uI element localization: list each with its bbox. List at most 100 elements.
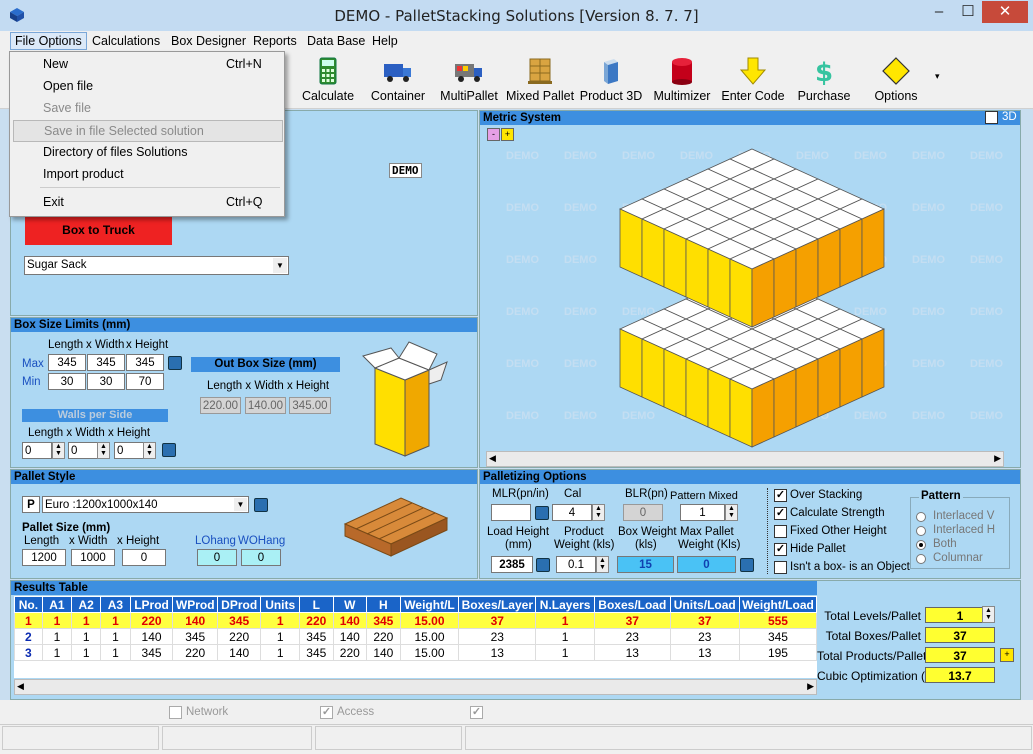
menu-reports[interactable]: Reports — [249, 33, 301, 49]
product-select[interactable]: Sugar Sack ▼ — [24, 256, 289, 275]
column-header[interactable]: WProd — [172, 596, 218, 613]
table-row[interactable]: 3 1 1 1 345 220 140 1 345 220 140 15.00 13 1 13 13 195 — [14, 644, 817, 661]
hide-pallet-checkbox[interactable]: ✓ — [774, 543, 787, 556]
results-scroll-right-icon[interactable]: ▶ — [807, 681, 814, 692]
total-products-add-button[interactable]: + — [1000, 648, 1014, 662]
viewer-scrollbar[interactable]: ◀ ▶ — [486, 451, 1004, 467]
column-header[interactable]: N.Layers — [535, 596, 596, 613]
max-height-input[interactable]: 345 — [126, 354, 164, 371]
max-limits-button[interactable] — [168, 356, 182, 370]
box-weight-input[interactable]: 15 — [617, 556, 674, 573]
scroll-left-icon[interactable]: ◀ — [489, 453, 496, 464]
calculate-strength-checkbox[interactable]: ✓ — [774, 507, 787, 520]
pattern-mixed-spinner[interactable]: ▲ ▼ — [725, 504, 738, 521]
pallet-edit-button[interactable] — [254, 498, 268, 512]
column-header[interactable]: No. — [14, 596, 43, 613]
results-scroll-left-icon[interactable]: ◀ — [17, 681, 24, 692]
pattern-interlaced-h-radio[interactable] — [916, 526, 926, 536]
purchase-button[interactable]: $ Purchase — [788, 54, 860, 106]
zoom-out-button[interactable]: - — [487, 128, 500, 141]
column-header[interactable]: W — [332, 596, 368, 613]
pallet-chevron-down-icon[interactable]: ▼ — [234, 498, 247, 511]
total-levels-spinner[interactable]: ▲ ▼ — [982, 606, 995, 623]
wall-width-input[interactable]: 0 — [68, 442, 98, 459]
over-stacking-checkbox[interactable]: ✓ — [774, 489, 787, 502]
pattern-interlaced-v-radio[interactable] — [916, 512, 926, 522]
network-checkbox[interactable] — [169, 706, 182, 719]
column-header[interactable]: A2 — [71, 596, 102, 613]
menu-box-designer[interactable]: Box Designer — [167, 33, 250, 49]
wall-width-spinner[interactable]: ▲ ▼ — [97, 442, 110, 459]
max-pallet-input[interactable]: 0 — [677, 556, 736, 573]
pattern-both-radio[interactable] — [916, 540, 926, 550]
column-header[interactable]: Boxes/Load — [594, 596, 671, 613]
maximize-button[interactable]: ☐ — [954, 1, 982, 23]
min-height-input[interactable]: 70 — [126, 373, 164, 390]
multimizer-button[interactable]: Multimizer — [646, 54, 718, 106]
min-width-input[interactable]: 30 — [87, 373, 125, 390]
column-header[interactable]: L — [299, 596, 334, 613]
wohang-input[interactable]: 0 — [241, 549, 281, 566]
minimize-button[interactable]: – — [925, 1, 953, 23]
options-button[interactable]: Options — [860, 54, 932, 106]
results-scrollbar[interactable]: ◀ ▶ — [14, 679, 817, 695]
zoom-in-button[interactable]: + — [501, 128, 514, 141]
column-header[interactable]: A3 — [100, 596, 131, 613]
wall-length-input[interactable]: 0 — [22, 442, 52, 459]
multipallet-button[interactable]: MultiPallet — [433, 54, 505, 106]
menu-help[interactable]: Help — [368, 33, 402, 49]
product-weight-spinner[interactable]: ▲ ▼ — [596, 556, 609, 573]
column-header[interactable]: H — [366, 596, 401, 613]
pattern-columnar-radio[interactable] — [916, 554, 926, 564]
max-length-input[interactable]: 345 — [48, 354, 86, 371]
pallet-width-input[interactable]: 1000 — [71, 549, 115, 566]
menu-item-new[interactable]: New Ctrl+N — [10, 54, 282, 74]
product-weight-input[interactable]: 0.1 — [556, 556, 596, 573]
column-header[interactable]: LProd — [129, 596, 174, 613]
menu-data-base[interactable]: Data Base — [303, 33, 369, 49]
table-row[interactable]: 2 1 1 1 140 345 220 1 345 140 220 15.00 23 1 23 23 345 — [14, 628, 817, 645]
column-header[interactable]: DProd — [216, 596, 262, 613]
pallet-select[interactable]: Euro :1200x1000x140 ▼ — [42, 496, 249, 513]
product-3d-button[interactable]: Product 3D — [575, 54, 647, 106]
column-header[interactable]: Weight/L — [399, 596, 460, 613]
pallet-3d-view[interactable]: DEMO DEMO DEMO DEMO DEMO DEMO DEMO DEMO DEMO DEMO… — [480, 141, 1020, 451]
pallet-height-input[interactable]: 0 — [122, 549, 166, 566]
fixed-other-height-checkbox[interactable] — [774, 525, 787, 538]
cal-spinner[interactable]: ▲ ▼ — [592, 504, 605, 521]
is-object-checkbox[interactable] — [774, 561, 787, 574]
wall-height-spinner[interactable]: ▲ ▼ — [143, 442, 156, 459]
min-length-input[interactable]: 30 — [48, 373, 86, 390]
column-header[interactable]: Units — [260, 596, 301, 613]
menu-item-open-file[interactable]: Open file — [10, 76, 282, 96]
pattern-mixed-input[interactable]: 1 — [680, 504, 725, 521]
load-height-button[interactable] — [536, 558, 550, 572]
mlr-button[interactable] — [535, 506, 549, 520]
cal-input[interactable]: 4 — [552, 504, 592, 521]
mixed-pallet-button[interactable]: Mixed Pallet — [504, 54, 576, 106]
load-height-input[interactable]: 2385 — [491, 556, 533, 573]
close-button[interactable]: ✕ — [982, 1, 1028, 23]
third-status-checkbox[interactable]: ✓ — [470, 706, 483, 719]
menu-item-save-selected[interactable]: Save in file Selected solution — [13, 120, 283, 142]
chevron-down-icon[interactable]: ▼ — [273, 258, 287, 273]
container-button[interactable]: Container — [362, 54, 434, 106]
column-header[interactable]: Units/Load — [669, 596, 740, 613]
toggle-3d-checkbox[interactable] — [985, 111, 998, 124]
toolbar-overflow-icon[interactable]: ▾ — [935, 71, 940, 82]
max-width-input[interactable]: 345 — [87, 354, 125, 371]
table-row[interactable]: 1 1 1 1 220 140 345 1 220 140 345 15.00 37 1 37 37 555 — [14, 612, 817, 629]
column-header[interactable]: Boxes/Layer — [458, 596, 537, 613]
menu-item-save-file[interactable]: Save file — [10, 98, 282, 118]
pallet-type-letter[interactable]: P — [22, 496, 40, 513]
box-to-truck-button[interactable]: Box to Truck — [25, 215, 172, 245]
menu-item-import-product[interactable]: Import product — [10, 164, 282, 184]
wall-height-input[interactable]: 0 — [114, 442, 144, 459]
enter-code-button[interactable]: Enter Code — [717, 54, 789, 106]
menu-item-exit[interactable]: Exit Ctrl+Q — [10, 192, 282, 212]
scroll-right-icon[interactable]: ▶ — [994, 453, 1001, 464]
menu-file-options[interactable]: File Options — [10, 32, 87, 50]
column-header[interactable]: Weight/Load — [738, 596, 817, 613]
access-checkbox[interactable]: ✓ — [320, 706, 333, 719]
max-pallet-button[interactable] — [740, 558, 754, 572]
